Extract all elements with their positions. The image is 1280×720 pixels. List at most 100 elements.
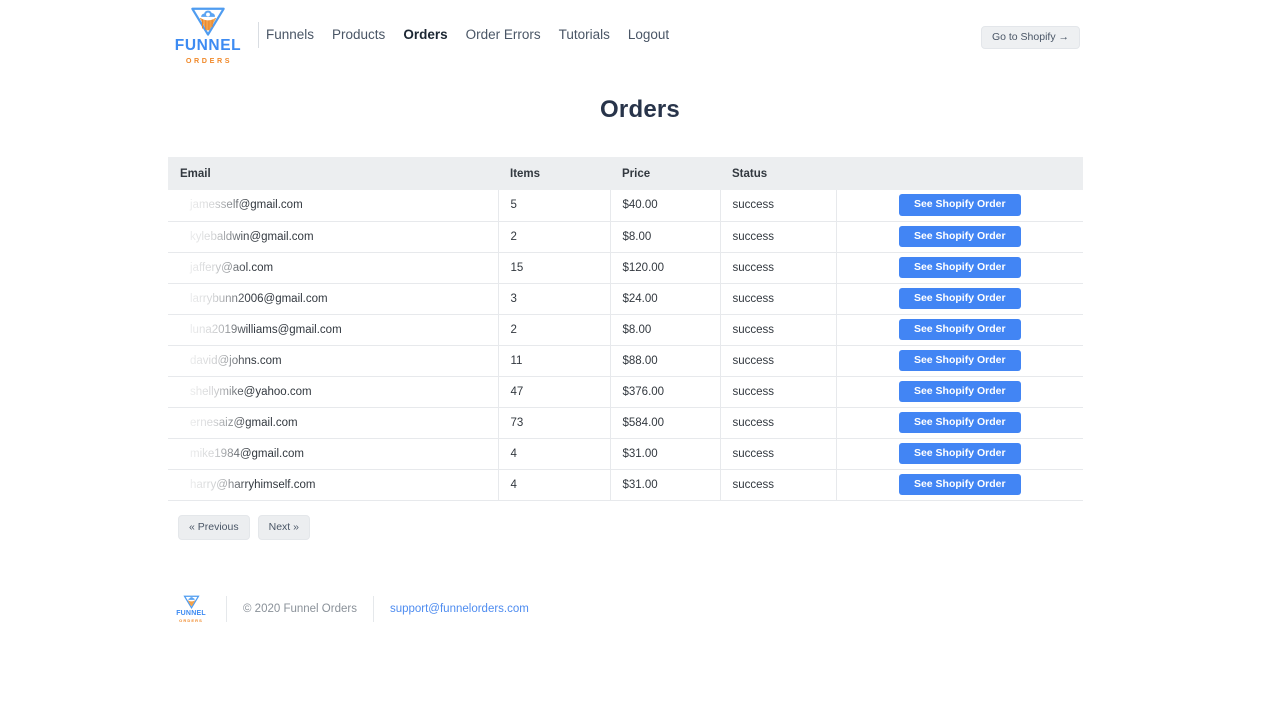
email-value: jaffery@aol.com xyxy=(168,262,498,274)
table-head: Email Items Price Status xyxy=(168,157,1083,190)
see-shopify-order-button[interactable]: See Shopify Order xyxy=(899,288,1021,310)
email-value: harry@harryhimself.com xyxy=(168,479,498,491)
see-shopify-order-button[interactable]: See Shopify Order xyxy=(899,257,1021,279)
footer-copyright: © 2020 Funnel Orders xyxy=(243,603,357,615)
see-shopify-order-button[interactable]: See Shopify Order xyxy=(899,319,1021,341)
footer-support-email-link[interactable]: support@funnelorders.com xyxy=(390,603,529,615)
cell-action: See Shopify Order xyxy=(836,376,1083,407)
pagination: « Previous Next » xyxy=(178,515,310,540)
table-row: jaffery@aol.com15$120.00successSee Shopi… xyxy=(168,252,1083,283)
previous-page-button[interactable]: « Previous xyxy=(178,515,250,540)
cell-items: 15 xyxy=(498,252,610,283)
table-header-row: Email Items Price Status xyxy=(168,157,1083,190)
column-header-action xyxy=(836,157,1083,190)
see-shopify-order-button[interactable]: See Shopify Order xyxy=(899,381,1021,403)
email-value: kylebaldwin@gmail.com xyxy=(168,231,498,243)
table-row: shellymike@yahoo.com47$376.00success See … xyxy=(168,376,1083,407)
cell-items: 4 xyxy=(498,438,610,469)
top-header: FUNNEL ORDERS Funnels Products Orders Or… xyxy=(0,0,1280,70)
see-shopify-order-button[interactable]: See Shopify Order xyxy=(899,443,1021,465)
table-row: david@johns.com11$88.00successSee Shopif… xyxy=(168,345,1083,376)
see-shopify-order-button[interactable]: See Shopify Order xyxy=(899,474,1021,496)
cell-action: See Shopify Order xyxy=(836,190,1083,221)
table-row: larrybunn2006@gmail.com3$24.00success See… xyxy=(168,283,1083,314)
footer-brand-name: FUNNEL xyxy=(176,610,206,617)
cell-email: luna2019williams@gmail.com xyxy=(168,314,498,345)
cell-status: success xyxy=(720,376,836,407)
cell-action: See Shopify Order xyxy=(836,221,1083,252)
see-shopify-order-button[interactable]: See Shopify Order xyxy=(899,350,1021,372)
cell-action: See Shopify Order xyxy=(836,438,1083,469)
nav-item-funnels[interactable]: Funnels xyxy=(266,26,314,44)
nav-item-logout[interactable]: Logout xyxy=(628,26,669,44)
column-header-items: Items xyxy=(498,157,610,190)
brand-name: FUNNEL xyxy=(175,38,241,54)
funnel-logo-icon-small xyxy=(183,595,200,609)
column-header-status: Status xyxy=(720,157,836,190)
footer-brand-tagline: ORDERS xyxy=(179,619,203,623)
cell-price: $584.00 xyxy=(610,407,720,438)
cell-items: 73 xyxy=(498,407,610,438)
brand-tagline: ORDERS xyxy=(184,57,232,64)
footer-logo[interactable]: FUNNEL ORDERS xyxy=(168,595,214,623)
cell-action: See Shopify Order xyxy=(836,314,1083,345)
brand-logo[interactable]: FUNNEL ORDERS xyxy=(170,6,246,64)
cell-email: jaffery@aol.com xyxy=(168,252,498,283)
table-row: mike1984@gmail.com4$31.00successSee Shop… xyxy=(168,438,1083,469)
page-footer: FUNNEL ORDERS © 2020 Funnel Orders suppo… xyxy=(168,592,529,626)
table-row: kylebaldwin@gmail.com2$8.00successSee Sh… xyxy=(168,221,1083,252)
footer-divider-1 xyxy=(226,596,227,622)
email-value: larrybunn2006@gmail.com xyxy=(168,293,498,305)
nav-item-tutorials[interactable]: Tutorials xyxy=(559,26,610,44)
cell-items: 11 xyxy=(498,345,610,376)
cell-action: See Shopify Order xyxy=(836,252,1083,283)
cell-price: $24.00 xyxy=(610,283,720,314)
nav-item-products[interactable]: Products xyxy=(332,26,385,44)
cell-email: ernesaiz@gmail.com xyxy=(168,407,498,438)
cell-price: $8.00 xyxy=(610,221,720,252)
cell-items: 47 xyxy=(498,376,610,407)
cell-status: success xyxy=(720,314,836,345)
cell-action: See Shopify Order xyxy=(836,407,1083,438)
email-value: shellymike@yahoo.com xyxy=(168,386,498,398)
email-value: ernesaiz@gmail.com xyxy=(168,417,498,429)
cell-price: $376.00 xyxy=(610,376,720,407)
cell-price: $40.00 xyxy=(610,190,720,221)
orders-table: Email Items Price Status jamesself@gmail… xyxy=(168,157,1083,501)
cell-items: 3 xyxy=(498,283,610,314)
cell-action: See Shopify Order xyxy=(836,283,1083,314)
table-row: ernesaiz@gmail.com73$584.00success See Sh… xyxy=(168,407,1083,438)
see-shopify-order-button[interactable]: See Shopify Order xyxy=(899,194,1021,216)
email-value: david@johns.com xyxy=(168,355,498,367)
cell-items: 2 xyxy=(498,221,610,252)
column-header-price: Price xyxy=(610,157,720,190)
cell-action: See Shopify Order xyxy=(836,345,1083,376)
nav-item-order-errors[interactable]: Order Errors xyxy=(466,26,541,44)
table-row: luna2019williams@gmail.com2$8.00successS… xyxy=(168,314,1083,345)
header-divider xyxy=(258,22,259,48)
cell-price: $8.00 xyxy=(610,314,720,345)
cell-email: david@johns.com xyxy=(168,345,498,376)
see-shopify-order-button[interactable]: See Shopify Order xyxy=(899,412,1021,434)
footer-divider-2 xyxy=(373,596,374,622)
column-header-email: Email xyxy=(168,157,498,190)
cell-status: success xyxy=(720,438,836,469)
table-row: jamesself@gmail.com5$40.00successSee Sho… xyxy=(168,190,1083,221)
see-shopify-order-button[interactable]: See Shopify Order xyxy=(899,226,1021,248)
next-page-button[interactable]: Next » xyxy=(258,515,310,540)
cell-email: jamesself@gmail.com xyxy=(168,190,498,221)
go-to-shopify-button[interactable]: Go to Shopify → xyxy=(981,26,1080,49)
cell-email: mike1984@gmail.com xyxy=(168,438,498,469)
cell-action: See Shopify Order xyxy=(836,469,1083,500)
cell-status: success xyxy=(720,407,836,438)
cell-items: 5 xyxy=(498,190,610,221)
email-value: jamesself@gmail.com xyxy=(168,199,498,211)
nav-item-orders[interactable]: Orders xyxy=(403,26,447,44)
cell-price: $31.00 xyxy=(610,469,720,500)
cell-status: success xyxy=(720,283,836,314)
table-row: harry@harryhimself.com4$31.00successSee … xyxy=(168,469,1083,500)
cell-email: harry@harryhimself.com xyxy=(168,469,498,500)
funnel-logo-icon xyxy=(188,6,228,37)
cell-items: 4 xyxy=(498,469,610,500)
cell-price: $88.00 xyxy=(610,345,720,376)
